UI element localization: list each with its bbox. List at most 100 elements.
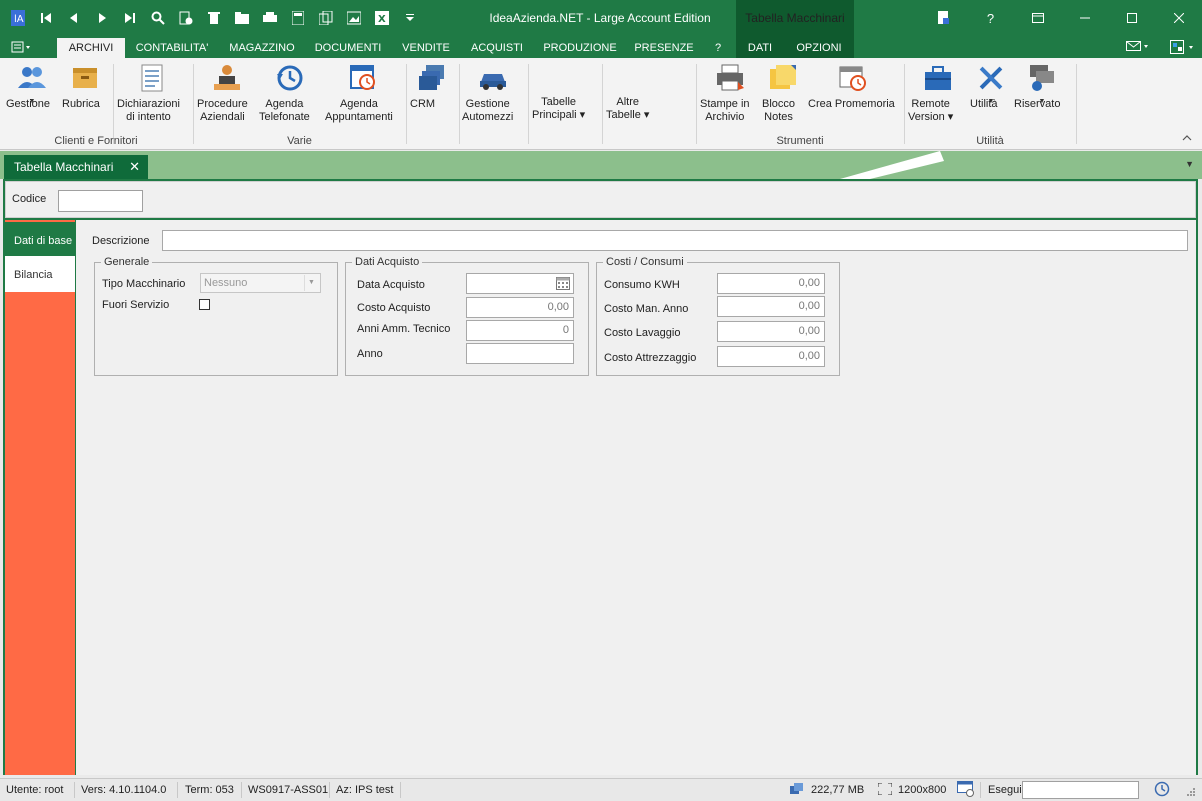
procedure-aziendali-button[interactable]: Procedure Aziendali — [197, 62, 257, 123]
group-separator — [602, 64, 603, 144]
copy-icon[interactable] — [312, 8, 340, 28]
group-separator — [406, 64, 407, 144]
ribbon-options-icon[interactable] — [1014, 0, 1061, 36]
tab-documenti[interactable]: DOCUMENTI — [308, 38, 388, 58]
esegui-input[interactable] — [1022, 781, 1139, 799]
group-separator — [528, 64, 529, 144]
minimize-icon[interactable] — [1061, 0, 1108, 36]
next-record-icon[interactable] — [88, 8, 116, 28]
fuori-servizio-checkbox[interactable] — [199, 299, 210, 310]
customize-icon[interactable] — [396, 8, 424, 28]
calendar-icon[interactable] — [556, 277, 570, 290]
codice-bar — [5, 181, 1196, 218]
costo-lavaggio-label: Costo Lavaggio — [604, 327, 681, 339]
tab-dati[interactable]: DATI — [736, 38, 784, 58]
document-tab[interactable]: Tabella Macchinari ✕ — [4, 155, 148, 179]
calculator-icon[interactable] — [284, 8, 312, 28]
help-icon[interactable]: ? — [967, 0, 1014, 36]
consumo-kwh-label: Consumo KWH — [604, 279, 680, 291]
status-separator — [74, 782, 75, 798]
tab-help[interactable]: ? — [704, 38, 732, 58]
side-tab-bilancia[interactable]: Bilancia — [5, 256, 75, 292]
tab-archivi[interactable]: ARCHIVI — [57, 38, 125, 58]
new-record-icon[interactable] — [172, 8, 200, 28]
mail-icon[interactable] — [1126, 40, 1150, 57]
ribbon-tabs: ARCHIVI CONTABILITA' MAGAZZINO DOCUMENTI… — [0, 38, 1202, 58]
anni-amm-tecnico-input[interactable]: 0 — [466, 320, 574, 341]
image-icon[interactable] — [340, 8, 368, 28]
group-costi-consumi-title: Costi / Consumi — [603, 256, 687, 268]
quick-access-toolbar: lA X — [4, 8, 424, 28]
costo-lavaggio-input[interactable]: 0,00 — [717, 321, 825, 342]
chevron-down-icon: ▼ — [304, 275, 318, 291]
search-icon[interactable] — [144, 8, 172, 28]
utilita-button[interactable]: Utilità ▼ — [970, 62, 1012, 110]
app-logo-icon[interactable]: lA — [4, 8, 32, 28]
crea-promemoria-button[interactable]: Crea Promemoria — [808, 62, 898, 110]
maximize-icon[interactable] — [1108, 0, 1155, 36]
costo-acquisto-input[interactable]: 0,00 — [466, 297, 574, 318]
group-separator — [459, 64, 460, 144]
dichiarazioni-button[interactable]: Dichiarazioni di intento — [117, 62, 187, 123]
tab-produzione[interactable]: PRODUZIONE — [537, 38, 623, 58]
tab-magazzino[interactable]: MAGAZZINO — [222, 38, 302, 58]
tipo-macchinario-value: Nessuno — [204, 277, 248, 289]
anno-input[interactable] — [466, 343, 574, 364]
file-menu-button[interactable] — [10, 40, 42, 56]
tab-opzioni[interactable]: OPZIONI — [784, 38, 854, 58]
windows-gear-icon — [1030, 65, 1054, 91]
resize-grip-icon[interactable] — [1186, 787, 1196, 800]
agenda-appuntamenti-button[interactable]: Agenda Appuntamenti — [325, 62, 401, 123]
document-icon[interactable] — [920, 0, 967, 36]
open-folder-icon[interactable] — [228, 8, 256, 28]
printer-icon — [717, 64, 744, 91]
layout-icon[interactable] — [1170, 40, 1196, 57]
data-acquisto-input[interactable] — [466, 273, 574, 294]
tab-list-dropdown-icon[interactable]: ▼ — [1185, 159, 1194, 169]
group-separator — [904, 64, 905, 144]
status-azienda: Az: IPS test — [336, 784, 394, 796]
codice-label: Codice — [12, 193, 47, 205]
status-resolution: 1200x800 — [898, 784, 947, 796]
stampe-archivio-button[interactable]: Stampe in Archivio — [700, 62, 760, 123]
group-separator — [193, 64, 194, 144]
gestione-button[interactable]: Gestione ▼ — [6, 62, 58, 110]
tipo-macchinario-select[interactable]: Nessuno ▼ — [200, 273, 321, 293]
anno-label: Anno — [357, 348, 383, 360]
agenda-telefonate-button[interactable]: Agenda Telefonate — [259, 62, 321, 123]
tab-presenze[interactable]: PRESENZE — [629, 38, 699, 58]
remote-version-button[interactable]: Remote Version ▾ — [908, 62, 968, 123]
crm-button[interactable]: CRM — [410, 62, 454, 110]
screen-clock-icon[interactable] — [957, 781, 975, 800]
rubrica-button[interactable]: Rubrica — [62, 62, 108, 110]
excel-icon[interactable]: X — [368, 8, 396, 28]
group-label-utilita: Utilità — [976, 135, 1004, 147]
riservato-button[interactable]: Riservato ▼ — [1014, 62, 1070, 110]
collapse-ribbon-icon[interactable] — [1182, 133, 1192, 144]
clock-run-icon[interactable] — [1154, 781, 1170, 800]
title-bar: lA X IdeaAzienda.NET - Large Account Edi… — [0, 0, 1202, 38]
last-record-icon[interactable] — [116, 8, 144, 28]
codice-input[interactable] — [58, 190, 143, 212]
close-tab-icon[interactable]: ✕ — [129, 159, 140, 175]
blocco-notes-button[interactable]: Blocco Notes — [762, 62, 804, 123]
tools-icon — [979, 66, 1003, 90]
costo-attrezzaggio-input[interactable]: 0,00 — [717, 346, 825, 367]
tab-acquisti[interactable]: ACQUISTI — [463, 38, 531, 58]
tab-vendite[interactable]: VENDITE — [394, 38, 458, 58]
gestione-automezzi-button[interactable]: Gestione Automezzi — [462, 62, 524, 123]
print-icon[interactable] — [256, 8, 284, 28]
delete-icon[interactable] — [200, 8, 228, 28]
costo-man-anno-input[interactable]: 0,00 — [717, 296, 825, 317]
prev-record-icon[interactable] — [60, 8, 88, 28]
memory-icon — [790, 783, 804, 798]
close-icon[interactable] — [1155, 0, 1202, 36]
side-tab-dati-di-base[interactable]: Dati di base — [5, 222, 75, 258]
document-tab-label: Tabella Macchinari — [14, 160, 114, 174]
consumo-kwh-input[interactable]: 0,00 — [717, 273, 825, 294]
first-record-icon[interactable] — [32, 8, 60, 28]
tab-contabilita[interactable]: CONTABILITA' — [128, 38, 216, 58]
status-separator — [400, 782, 401, 798]
descrizione-input[interactable] — [162, 230, 1188, 251]
group-separator — [696, 64, 697, 144]
